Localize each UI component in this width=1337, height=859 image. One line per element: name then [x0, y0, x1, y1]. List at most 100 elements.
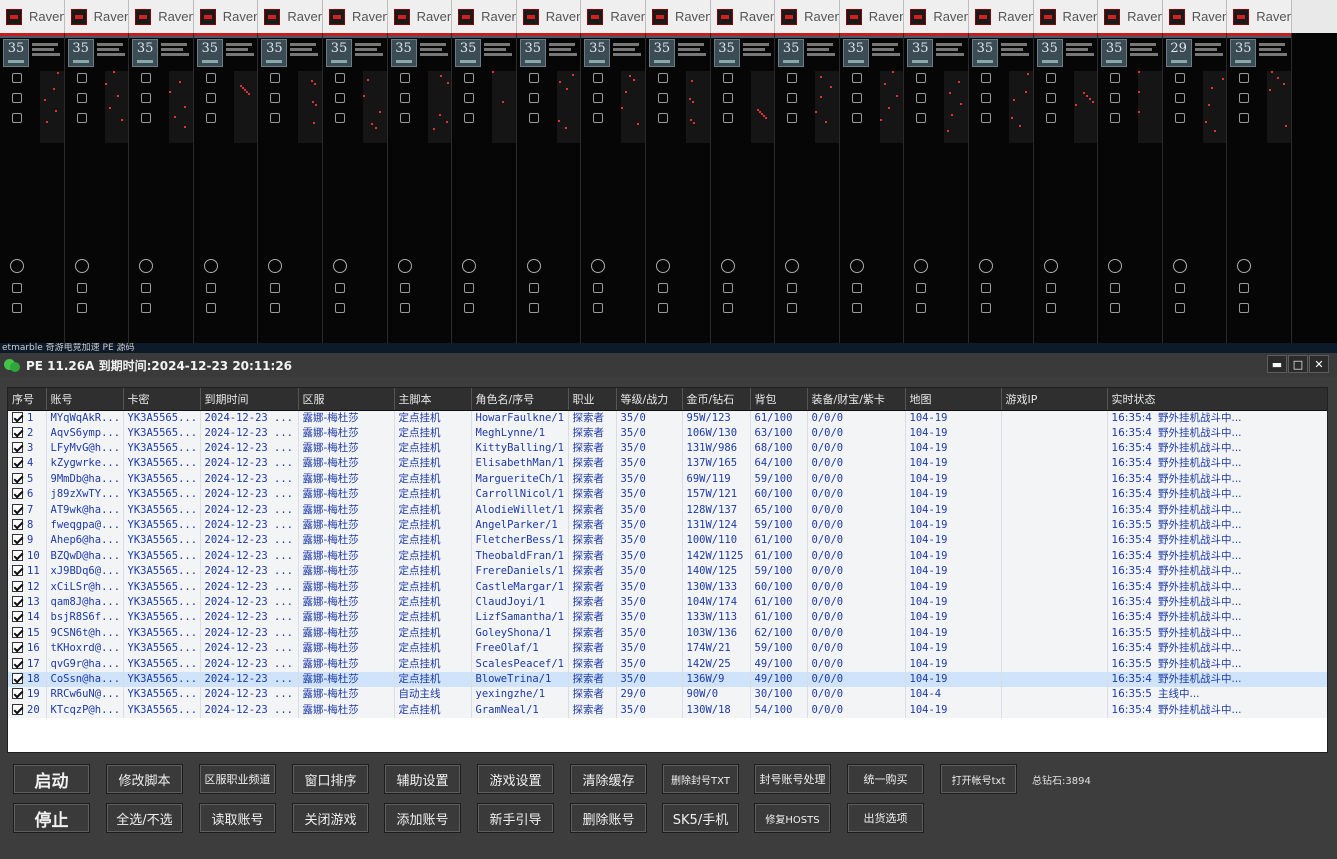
game-window-tab[interactable]: Raven2 [1033, 0, 1099, 33]
column-header[interactable]: 卡密 [123, 388, 201, 411]
column-header[interactable]: 背包 [750, 388, 808, 411]
row-checkbox[interactable] [12, 442, 23, 454]
table-row[interactable]: 1 MYqWqAkR... YK3A5565... 2024-12-23 ... 露娜-… [8, 410, 1327, 426]
row-seq-cell[interactable]: 6 [8, 487, 47, 503]
start-button[interactable]: 启动 [13, 764, 90, 794]
game-window-tab[interactable]: Raven2 [581, 0, 646, 33]
game-window-thumbnail[interactable]: 35 [581, 33, 646, 343]
table-row[interactable]: 8 fweqgpa@... YK3A5565... 2024-12-23 ... 露娜-… [8, 517, 1327, 534]
game-window-thumbnail[interactable]: 35 [387, 33, 453, 343]
game-window-thumbnail[interactable]: 35 [129, 33, 194, 343]
delete-banned-txt-button[interactable]: 删除封号TXT [662, 764, 739, 794]
row-seq-cell[interactable]: 1 [8, 410, 47, 426]
game-window-thumbnail[interactable]: 35 [64, 33, 130, 343]
game-window-tab[interactable]: Raven2 [452, 0, 517, 33]
read-accounts-button[interactable]: 读取账号 [199, 803, 276, 833]
row-seq-cell[interactable]: 19 [8, 687, 47, 703]
row-seq-cell[interactable]: 9 [8, 533, 47, 549]
row-seq-cell[interactable]: 3 [8, 440, 47, 457]
game-window-tab[interactable]: Raven2 [129, 0, 194, 33]
game-window-thumbnail[interactable]: 35 [775, 33, 840, 343]
game-window-tab[interactable]: Raven2 [193, 0, 259, 33]
clear-cache-button[interactable]: 清除缓存 [570, 764, 647, 794]
game-window-tab[interactable]: Raven2 [64, 0, 130, 33]
row-checkbox[interactable] [12, 688, 23, 700]
select-all-button[interactable]: 全选/不选 [106, 803, 183, 833]
row-checkbox[interactable] [12, 703, 23, 715]
row-seq-cell[interactable]: 5 [8, 471, 47, 488]
row-checkbox[interactable] [12, 657, 23, 669]
row-checkbox[interactable] [12, 611, 23, 623]
edit-script-button[interactable]: 修改脚本 [106, 764, 183, 794]
game-window-tab[interactable]: Raven2 [516, 0, 582, 33]
row-seq-cell[interactable]: 13 [8, 594, 47, 611]
game-window-tab[interactable]: Raven2 [1162, 0, 1228, 33]
row-seq-cell[interactable]: 15 [8, 625, 47, 641]
row-checkbox[interactable] [12, 565, 23, 577]
game-window-tab[interactable]: Raven2 [1098, 0, 1163, 33]
row-seq-cell[interactable]: 7 [8, 502, 47, 518]
stop-button[interactable]: 停止 [13, 803, 90, 833]
column-header[interactable]: 装备/财宝/紫卡 [807, 388, 906, 411]
maximize-button[interactable]: □ [1288, 355, 1308, 373]
row-checkbox[interactable] [12, 595, 23, 607]
column-header[interactable]: 账号 [46, 388, 124, 411]
column-header[interactable]: 职业 [568, 388, 617, 411]
game-window-thumbnail[interactable]: 35 [1098, 33, 1163, 343]
game-window-tab[interactable]: Raven2 [387, 0, 453, 33]
row-seq-cell[interactable]: 12 [8, 579, 47, 595]
game-window-thumbnail[interactable]: 35 [968, 33, 1034, 343]
row-seq-cell[interactable]: 11 [8, 564, 47, 580]
game-window-thumbnail[interactable]: 35 [0, 33, 65, 343]
game-window-thumbnail[interactable]: 35 [258, 33, 323, 343]
game-window-tab[interactable]: Raven2 [258, 0, 323, 33]
row-checkbox[interactable] [12, 426, 23, 438]
game-window-thumbnail[interactable]: 35 [904, 33, 969, 343]
column-header[interactable]: 区服 [298, 388, 395, 411]
row-seq-cell[interactable]: 2 [8, 425, 47, 441]
row-checkbox[interactable] [12, 411, 23, 423]
game-window-tab[interactable]: Raven2(20) [1227, 0, 1292, 33]
row-seq-cell[interactable]: 20 [8, 702, 47, 718]
row-seq-cell[interactable]: 18 [8, 671, 47, 688]
table-row[interactable]: 3 LFyMvG@h... YK3A5565... 2024-12-23 ... 露娜-… [8, 440, 1327, 457]
row-seq-cell[interactable]: 16 [8, 640, 47, 657]
game-window-thumbnail[interactable]: 35 [1227, 33, 1292, 343]
row-seq-cell[interactable]: 4 [8, 456, 47, 472]
row-checkbox[interactable] [12, 519, 23, 531]
row-checkbox[interactable] [12, 488, 23, 500]
close-game-button[interactable]: 关闭游戏 [292, 803, 369, 833]
game-window-thumbnail[interactable]: 29 [1162, 33, 1228, 343]
column-header[interactable]: 金币/钻石 [682, 388, 751, 411]
game-window-thumbnail[interactable]: 35 [645, 33, 711, 343]
repair-hosts-button[interactable]: 修复HOSTS [754, 803, 831, 833]
column-header[interactable]: 角色名/序号 [471, 388, 569, 411]
column-header[interactable]: 实时状态 [1107, 388, 1327, 411]
game-window-tab[interactable]: Raven2 [710, 0, 776, 33]
sk5-phone-button[interactable]: SK5/手机 [662, 803, 739, 833]
table-row[interactable]: 13 qam8J@ha... YK3A5565... 2024-12-23 ... 露娜… [8, 594, 1327, 611]
game-window-thumbnail[interactable]: 35 [516, 33, 582, 343]
table-row[interactable]: 4 kZygwrke... YK3A5565... 2024-12-23 ... 露娜-… [8, 456, 1327, 472]
table-row[interactable]: 5 9MmDb@ha... YK3A5565... 2024-12-23 ... 露娜-… [8, 471, 1327, 488]
row-checkbox[interactable] [12, 549, 23, 561]
table-row[interactable]: 12 xCiLSr@h... YK3A5565... 2024-12-23 ... 露娜… [8, 579, 1327, 595]
row-checkbox[interactable] [12, 626, 23, 638]
column-header[interactable]: 主脚本 [394, 388, 472, 411]
game-settings-button[interactable]: 游戏设置 [477, 764, 554, 794]
table-row[interactable]: 7 AT9wk@ha... YK3A5565... 2024-12-23 ... 露娜-… [8, 502, 1327, 518]
close-button[interactable]: ✕ [1309, 355, 1329, 373]
table-row[interactable]: 10 BZQwD@ha... YK3A5565... 2024-12-23 ... 露娜… [8, 548, 1327, 565]
table-row[interactable]: 14 bsjR8S6f... YK3A5565... 2024-12-23 ... 露娜… [8, 610, 1327, 626]
add-account-button[interactable]: 添加账号 [384, 803, 461, 833]
table-row[interactable]: 16 tKHoxrd@... YK3A5565... 2024-12-23 ... 露娜… [8, 640, 1327, 657]
game-window-tab[interactable]: Raven2 [645, 0, 711, 33]
novice-guide-button[interactable]: 新手引导 [477, 803, 554, 833]
game-window-tab[interactable]: Raven2 [775, 0, 840, 33]
table-row[interactable]: 9 Ahep6@ha... YK3A5565... 2024-12-23 ... 露娜-… [8, 533, 1327, 549]
row-checkbox[interactable] [12, 472, 23, 484]
table-row[interactable]: 17 qvG9r@ha... YK3A5565... 2024-12-23 ... 露娜… [8, 656, 1327, 672]
table-row[interactable]: 2 AqvS6ymp... YK3A5565... 2024-12-23 ... 露娜-… [8, 425, 1327, 441]
game-window-thumbnail[interactable]: 35 [452, 33, 517, 343]
game-window-tab[interactable]: Raven2 [0, 0, 65, 33]
